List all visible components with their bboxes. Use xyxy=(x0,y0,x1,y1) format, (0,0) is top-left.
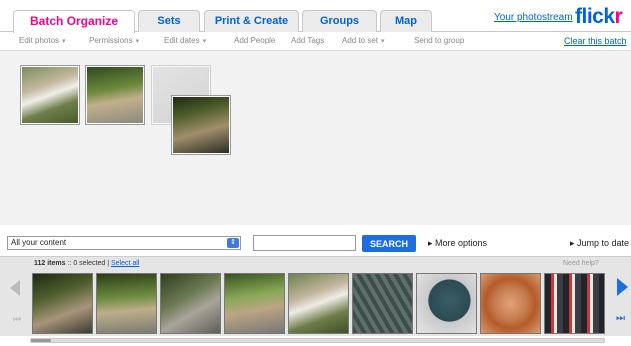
search-bar: All your content ⇕ SEARCH ▸ More options… xyxy=(0,232,631,256)
content-filter-select[interactable]: All your content ⇕ xyxy=(7,236,241,250)
filmstrip-thumbnail[interactable] xyxy=(288,273,349,334)
photostream-link[interactable]: Your photostream xyxy=(494,12,573,23)
batch-toolbar: Edit photos ▾ Permissions ▾ Edit dates ▾ Ad… xyxy=(0,33,631,49)
search-button[interactable]: SEARCH xyxy=(362,235,416,252)
triangle-right-icon: ▸ xyxy=(428,238,436,248)
tab-print-create[interactable]: Print & Create xyxy=(204,10,299,32)
send-to-group-button[interactable]: Send to group xyxy=(414,36,464,45)
more-options-toggle[interactable]: ▸ More options xyxy=(428,238,487,249)
tab-sets[interactable]: Sets xyxy=(138,10,200,32)
flickr-organizr-app: Batch Organize Sets Print & Create Group… xyxy=(0,0,631,346)
search-input[interactable] xyxy=(253,235,356,251)
filmstrip-thumbnail[interactable] xyxy=(416,273,477,334)
edit-photos-label: Edit photos xyxy=(19,36,60,45)
select-arrows-icon: ⇕ xyxy=(227,238,239,248)
select-all-link[interactable]: Select all xyxy=(111,260,139,267)
chevron-down-icon: ▾ xyxy=(381,38,385,45)
selected-count: 0 selected xyxy=(73,260,106,267)
chevron-down-icon: ▾ xyxy=(202,38,207,45)
filmstrip-thumbnail[interactable] xyxy=(224,273,285,334)
chevron-down-icon: ▾ xyxy=(135,38,140,45)
tab-bar: Batch Organize Sets Print & Create Group… xyxy=(0,0,631,33)
flickr-logo: flickr xyxy=(575,5,623,29)
last-page-icon[interactable]: ⏭ xyxy=(616,313,628,325)
clear-batch-link[interactable]: Clear this batch xyxy=(564,36,627,46)
permissions-label: Permissions xyxy=(89,36,133,45)
filmstrip-thumbnail[interactable] xyxy=(352,273,413,334)
more-options-label: More options xyxy=(435,238,488,248)
batch-photo[interactable] xyxy=(86,66,144,124)
add-tags-button[interactable]: Add Tags xyxy=(291,36,324,45)
first-page-icon[interactable]: ⏮ xyxy=(13,314,23,324)
add-to-set-menu[interactable]: Add to set ▾ xyxy=(342,36,385,45)
edit-photos-menu[interactable]: Edit photos ▾ xyxy=(19,36,66,45)
logo-text-blue: flick xyxy=(575,5,615,28)
filmstrip-thumbnail[interactable] xyxy=(32,273,93,334)
next-page-icon[interactable] xyxy=(617,278,628,296)
filmstrip-thumbnail[interactable] xyxy=(480,273,541,334)
tab-batch-organize[interactable]: Batch Organize xyxy=(13,10,135,33)
triangle-right-icon: ▸ xyxy=(570,238,578,248)
add-people-button[interactable]: Add People xyxy=(234,36,275,45)
filmstrip-thumbnail[interactable] xyxy=(544,273,605,334)
add-to-set-label: Add to set xyxy=(342,36,379,45)
tab-map[interactable]: Map xyxy=(380,10,432,32)
batch-photo-dragging[interactable] xyxy=(172,96,230,154)
jump-to-date-label: Jump to date xyxy=(577,238,630,248)
filmstrip-thumbnail[interactable] xyxy=(96,273,157,334)
scrollbar-thumb[interactable] xyxy=(31,339,51,342)
item-count: 112 items :: 0 selected | Select all xyxy=(34,260,140,267)
edit-dates-label: Edit dates xyxy=(164,36,200,45)
items-count-text: 112 items xyxy=(34,260,66,267)
permissions-menu[interactable]: Permissions ▾ xyxy=(89,36,139,45)
jump-to-date-toggle[interactable]: ▸ Jump to date xyxy=(570,238,629,249)
filmstrip-status: 112 items :: 0 selected | Select all Nee… xyxy=(0,256,631,270)
filmstrip-thumbnail[interactable] xyxy=(160,273,221,334)
batch-photo[interactable] xyxy=(21,66,79,124)
content-filter-value: All your content xyxy=(11,238,67,247)
previous-page-icon[interactable] xyxy=(10,280,20,296)
logo-text-pink: r xyxy=(614,5,623,28)
edit-dates-menu[interactable]: Edit dates ▾ xyxy=(164,36,206,45)
filmstrip-scrollbar[interactable] xyxy=(30,338,605,343)
chevron-down-icon: ▾ xyxy=(62,38,66,45)
need-help-link[interactable]: Need help? xyxy=(563,260,599,267)
tab-groups[interactable]: Groups xyxy=(302,10,377,32)
status-separator: :: xyxy=(67,260,72,267)
